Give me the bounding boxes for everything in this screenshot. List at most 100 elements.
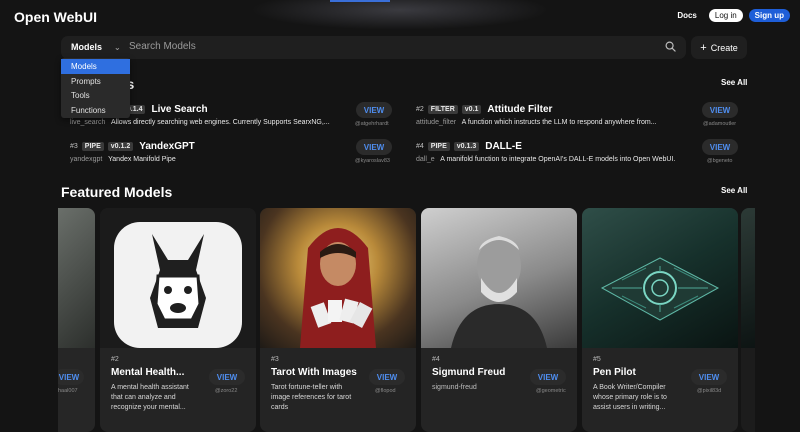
model-rank: #4 — [432, 356, 440, 363]
model-card-image — [582, 208, 738, 348]
scope-select-value: Models — [71, 42, 103, 52]
llama-avatar-image — [114, 222, 242, 348]
function-item-detail: live_search Allows directly searching we… — [70, 119, 330, 126]
scope-dropdown-menu: Models Prompts Tools Functions — [61, 58, 130, 118]
author-handle[interactable]: @zoro22 — [215, 388, 237, 394]
model-title: Mental Health... — [111, 367, 185, 378]
function-id: dall_e — [416, 156, 435, 163]
view-button[interactable]: VIEW — [209, 369, 245, 385]
author-handle[interactable]: @atgehrhardt — [355, 121, 389, 127]
function-description: Yandex Manifold Pipe — [108, 156, 176, 163]
version-badge: v0.1.2 — [107, 142, 134, 151]
view-button[interactable]: VIEW — [356, 102, 392, 118]
view-button[interactable]: VIEW — [702, 139, 738, 155]
function-item-header: #4 PIPE v0.1.3 DALL-E — [416, 141, 522, 152]
function-id: attitude_filter — [416, 119, 457, 126]
view-button[interactable]: VIEW — [58, 369, 84, 385]
dropdown-option-functions[interactable]: Functions — [61, 103, 130, 118]
featured-models-title: Featured Models — [61, 184, 173, 200]
create-button[interactable]: + Create — [691, 36, 747, 59]
function-rank: #2 — [416, 106, 424, 113]
model-rank: #5 — [593, 356, 601, 363]
plus-icon: + — [700, 41, 707, 54]
author-handle[interactable]: @adamoutler — [703, 121, 736, 127]
model-description: sigmund-freud — [432, 384, 477, 391]
version-badge: v0.1.3 — [453, 142, 480, 151]
function-description: A manifold function to integrate OpenAI'… — [440, 156, 676, 163]
function-item-detail: attitude_filter A function which instruc… — [416, 119, 657, 126]
model-card-image — [421, 208, 577, 348]
model-description: A Book Writer/Compiler whose primary rol… — [593, 384, 667, 411]
header-banner-blur — [250, 0, 550, 30]
model-card-image — [100, 208, 256, 348]
search-icon[interactable] — [665, 41, 676, 52]
model-card-image — [741, 208, 755, 348]
function-id: yandexgpt — [70, 156, 103, 163]
create-button-label: Create — [710, 42, 738, 53]
author-handle[interactable]: @flopod — [375, 388, 396, 394]
view-button[interactable]: VIEW — [691, 369, 727, 385]
dropdown-option-tools[interactable]: Tools — [61, 88, 130, 103]
author-handle[interactable]: @geometric — [536, 388, 566, 394]
featured-models-carousel: VIEW haal007 #2 Mental Health... A menta… — [0, 208, 800, 432]
freud-portrait-image — [451, 236, 547, 348]
function-item-detail: dall_e A manifold function to integrate … — [416, 156, 675, 163]
function-description: A function which instructs the LLM to re… — [461, 119, 657, 126]
type-badge: PIPE — [81, 142, 104, 151]
view-button[interactable]: VIEW — [369, 369, 405, 385]
model-title: Sigmund Freud — [432, 367, 506, 378]
top-bar: Open WebUI Docs Log in Sign up — [0, 0, 800, 34]
functions-see-all-link[interactable]: See All — [721, 78, 747, 87]
function-item-header: #3 PIPE v0.1.2 YandexGPT — [70, 141, 195, 152]
function-rank: #3 — [70, 143, 78, 150]
model-description: Tarot fortune-teller with image referenc… — [271, 384, 352, 411]
version-badge: v0.1 — [461, 105, 482, 114]
top-links: Docs Log in Sign up — [677, 9, 790, 22]
scope-select[interactable]: Models ⌄ — [71, 42, 121, 52]
model-title: Pen Pilot — [593, 367, 636, 378]
login-button[interactable]: Log in — [708, 9, 743, 22]
function-name: Attitude Filter — [487, 104, 553, 115]
function-name: YandexGPT — [139, 141, 195, 152]
view-button[interactable]: VIEW — [530, 369, 566, 385]
chevron-down-icon: ⌄ — [114, 42, 121, 52]
model-card-sigmund-freud[interactable]: #4 Sigmund Freud sigmund-freud VIEW @geo… — [421, 208, 577, 432]
dropdown-option-prompts[interactable]: Prompts — [61, 74, 130, 89]
dropdown-option-models[interactable]: Models — [61, 59, 130, 74]
function-item-detail: yandexgpt Yandex Manifold Pipe — [70, 156, 176, 163]
function-item-header: #2 FILTER v0.1 Attitude Filter — [416, 104, 552, 115]
view-button[interactable]: VIEW — [356, 139, 392, 155]
model-title: Tarot With Images — [271, 367, 357, 378]
function-id: live_search — [70, 119, 106, 126]
view-button[interactable]: VIEW — [702, 102, 738, 118]
model-description: A mental health assistant that can analy… — [111, 384, 189, 411]
model-card-image — [260, 208, 416, 348]
type-badge: FILTER — [427, 105, 458, 114]
featured-see-all-link[interactable]: See All — [721, 186, 747, 195]
circuit-board-image — [600, 257, 720, 321]
model-card-partial-right[interactable] — [741, 208, 755, 432]
model-card-partial[interactable]: VIEW haal007 — [58, 208, 95, 432]
tarot-reader-image — [300, 228, 376, 348]
model-rank: #3 — [271, 356, 279, 363]
author-handle[interactable]: @bgeneto — [707, 158, 732, 164]
author-handle[interactable]: @kyaroslav83 — [355, 158, 390, 164]
docs-link[interactable]: Docs — [677, 11, 697, 20]
model-card-image — [58, 208, 95, 348]
model-card-tarot[interactable]: #3 Tarot With Images Tarot fortune-telle… — [260, 208, 416, 432]
author-handle[interactable]: @pixil83d — [697, 388, 721, 394]
type-badge: PIPE — [427, 142, 450, 151]
search-bar: Models ⌄ Search Models — [61, 36, 686, 59]
function-rank: #4 — [416, 143, 424, 150]
page: Open WebUI Docs Log in Sign up Models ⌄ … — [0, 0, 800, 432]
function-name: DALL-E — [485, 141, 522, 152]
model-rank: #2 — [111, 356, 119, 363]
author-handle[interactable]: haal007 — [58, 388, 78, 394]
model-card-pen-pilot[interactable]: #5 Pen Pilot A Book Writer/Compiler whos… — [582, 208, 738, 432]
function-name: Live Search — [151, 104, 208, 115]
model-card-mental-health[interactable]: #2 Mental Health... A mental health assi… — [100, 208, 256, 432]
signup-button[interactable]: Sign up — [748, 9, 790, 22]
header-accent-line — [330, 0, 390, 2]
app-title[interactable]: Open WebUI — [14, 9, 97, 25]
search-input[interactable]: Search Models — [129, 41, 196, 52]
